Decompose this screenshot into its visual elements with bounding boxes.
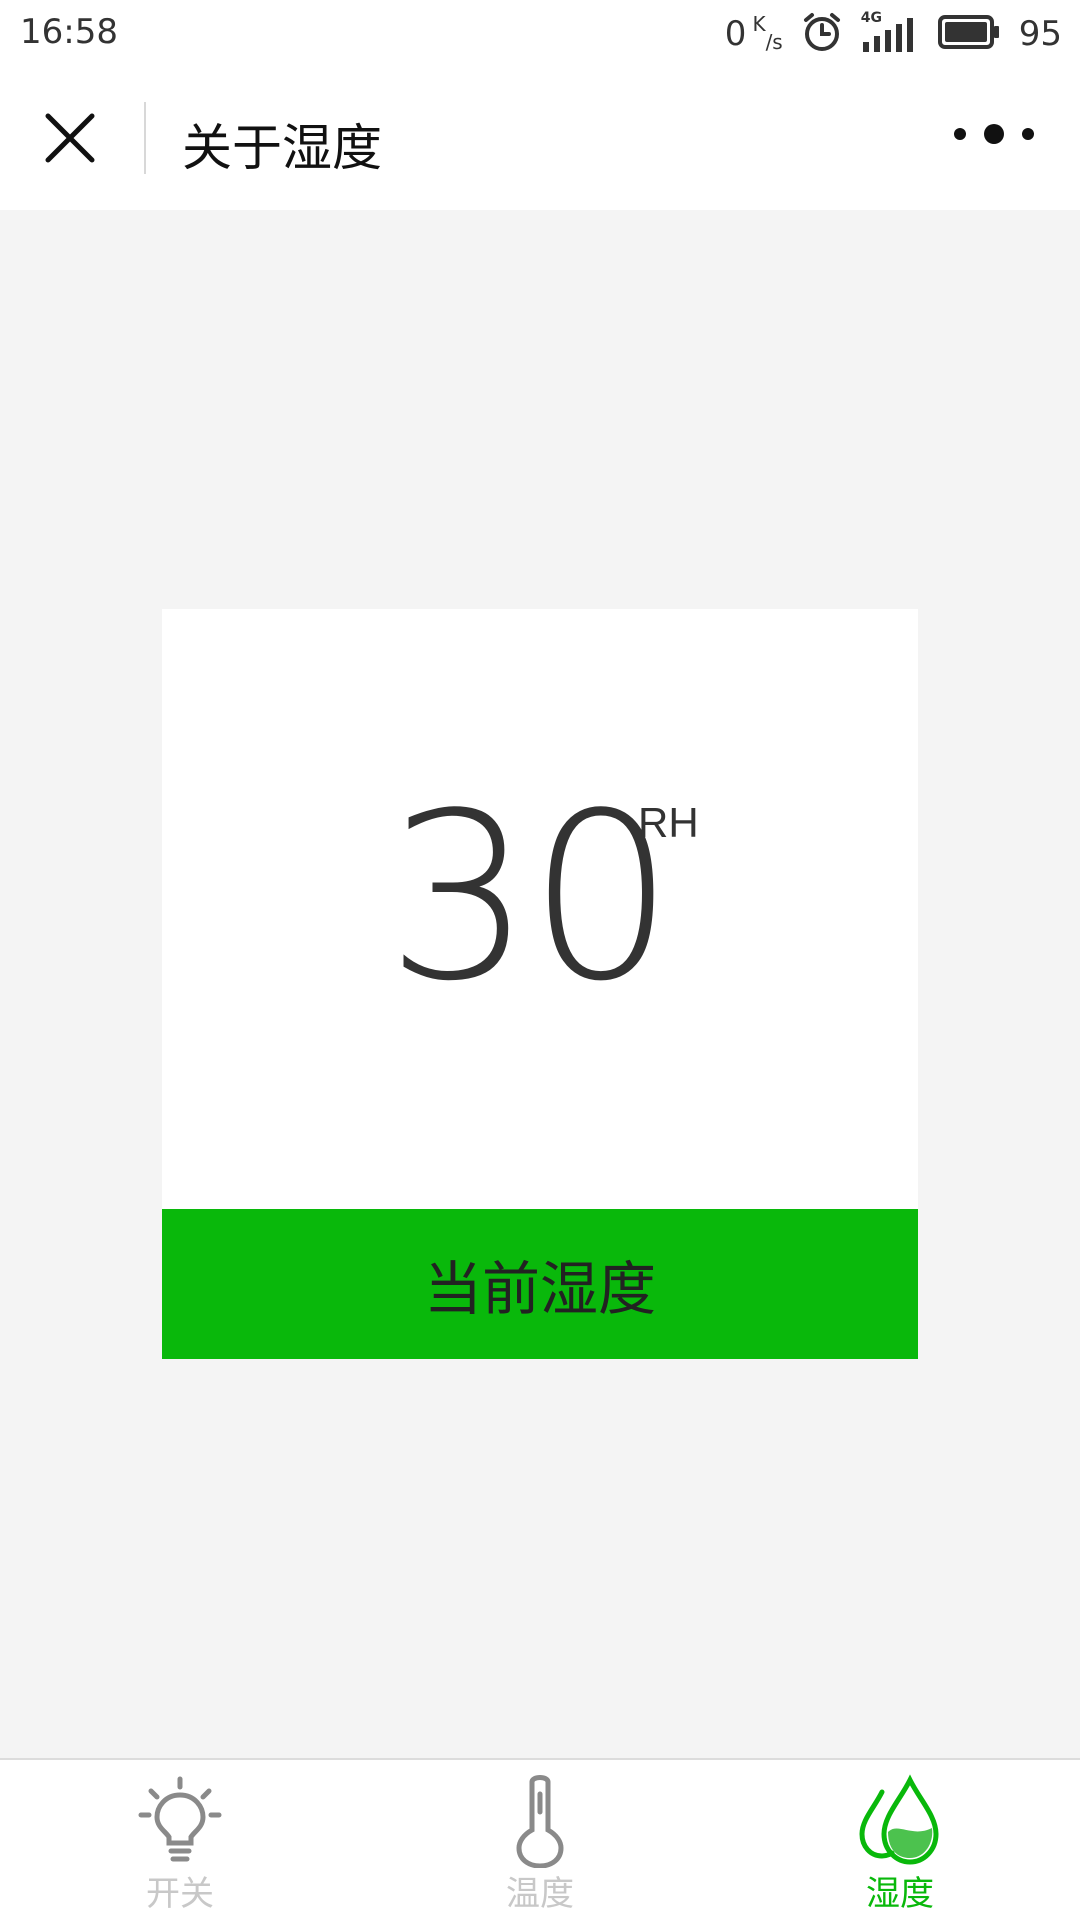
signal-icon: 4G [861,10,919,54]
water-drop-icon [850,1770,950,1870]
tab-label-temperature: 温度 [506,1874,574,1914]
more-button[interactable] [946,116,1046,156]
humidity-card: 30 RH 当前湿度 [162,609,918,1359]
humidity-value-wrap: 30 RH [162,765,918,1032]
tab-humidity[interactable]: 湿度 [720,1760,1080,1920]
thermometer-icon [490,1770,590,1870]
battery-icon [937,14,1001,54]
alarm-icon [801,11,843,57]
net-speed-unit-k: K [752,12,766,36]
status-time: 16:58 [20,12,118,52]
tab-switch[interactable]: 开关 [0,1760,360,1920]
humidity-unit: RH [638,799,699,846]
net-speed: 0 K/s [724,12,783,54]
tab-label-switch: 开关 [146,1874,214,1914]
humidity-value: 30 [386,765,675,1032]
more-dots-icon [948,122,1044,150]
page-title: 关于湿度 [182,119,382,177]
current-humidity-bar: 当前湿度 [162,1209,918,1359]
nav-divider [144,102,146,174]
net-speed-value: 0 [724,14,747,54]
tab-bar: 开关 温度 湿度 [0,1758,1080,1920]
lightbulb-icon [130,1770,230,1870]
close-button[interactable] [38,108,102,172]
battery-level: 95 [1018,14,1062,54]
current-humidity-label: 当前湿度 [423,1255,656,1323]
screen: 16:58 0 K/s 4G 95 关于湿度 30 RH 当前湿度 开关 温度 … [0,0,1080,1920]
tab-label-humidity: 湿度 [866,1874,934,1914]
close-icon [44,112,96,168]
status-right: 0 K/s 4G 95 [725,10,1062,58]
tab-temperature[interactable]: 温度 [360,1760,720,1920]
nav-bar: 关于湿度 [0,68,1080,210]
net-speed-unit-s: /s [765,30,783,54]
status-bar: 16:58 0 K/s 4G 95 [0,0,1080,68]
